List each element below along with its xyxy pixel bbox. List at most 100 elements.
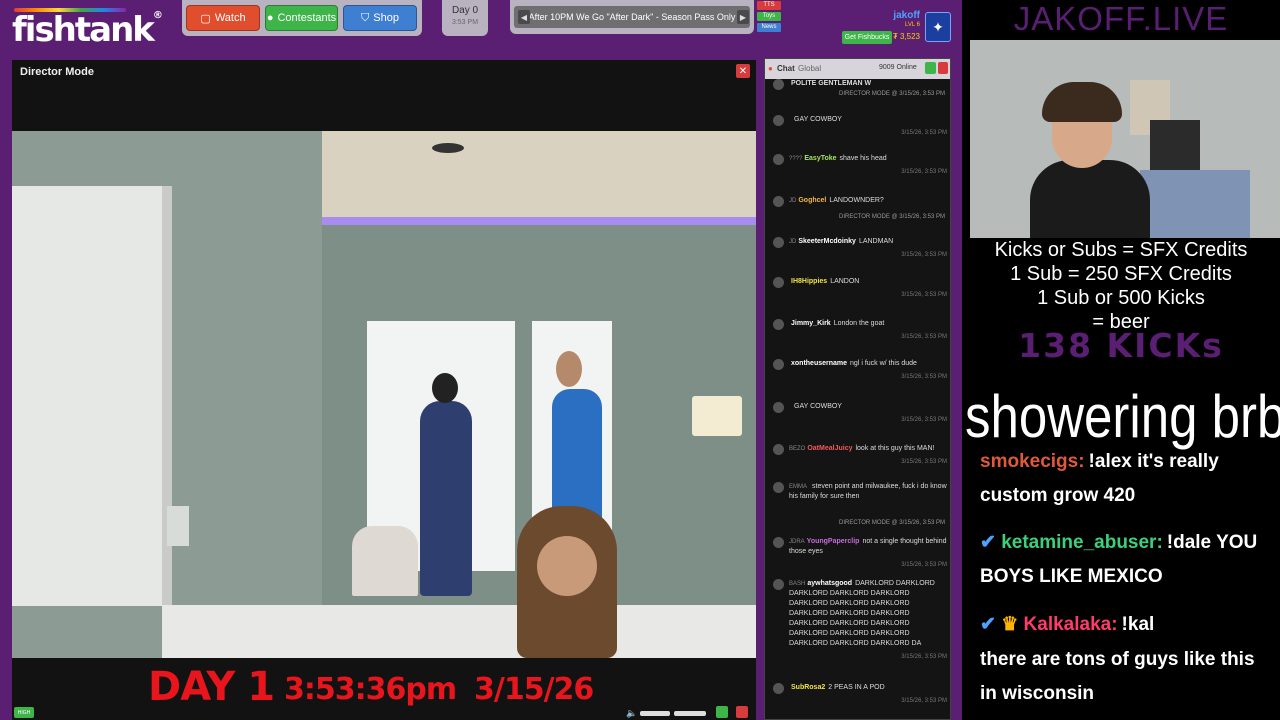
avatar[interactable]: ✦ — [925, 12, 951, 42]
shop-icon: ⛉ — [361, 11, 370, 24]
person-foreground-face — [537, 536, 597, 596]
shop-button[interactable]: ⛉ Shop — [343, 5, 417, 31]
volume-slider[interactable] — [640, 711, 670, 716]
chat-timestamp: 3/15/26, 3:53 PM — [901, 417, 947, 423]
chat-avatar[interactable] — [773, 237, 784, 248]
record-button[interactable] — [736, 706, 748, 718]
chat-avatar[interactable] — [773, 683, 784, 694]
chat-text: London the goat — [833, 320, 885, 327]
chat-message[interactable]: GAY COWBOY 3/15/26, 3:53 PM — [769, 402, 947, 425]
stream-chat-user: smokecigs: — [980, 451, 1085, 472]
chat-text: 2 PEAS IN A POD — [828, 684, 885, 691]
stream-chat-text: !dale YOU — [1166, 532, 1258, 553]
chat-username[interactable]: Jimmy_Kirk — [791, 320, 831, 327]
close-icon[interactable]: ✕ — [736, 64, 750, 78]
quality-badge[interactable]: HIGH — [14, 707, 34, 718]
chat-clan-tag: JD — [789, 198, 797, 204]
stream-chat-message: ✔ ketamine_abuser: !dale YOU — [980, 526, 1280, 560]
chat-avatar[interactable] — [773, 359, 784, 370]
person-standing-1 — [420, 401, 472, 596]
tts-badge[interactable]: TTS — [757, 1, 781, 10]
chat-message[interactable]: JDRA YoungPaperclip not a single thought b… — [769, 537, 947, 570]
chat-avatar[interactable] — [773, 537, 784, 548]
chat-message[interactable]: IH8Hippies LANDON 3/15/26, 3:53 PM — [769, 277, 947, 300]
webcam-feed — [970, 40, 1280, 238]
chat-avatar[interactable] — [773, 196, 784, 207]
director-mode-panel: Director Mode ✕ DAY 1 3:53:36pm 3/15/26 … — [12, 60, 756, 720]
stream-chat-message-cont: custom grow 420 — [980, 485, 1136, 506]
ticker-prev-icon[interactable]: ◀ — [518, 10, 530, 24]
chat-username[interactable]: YoungPaperclip — [807, 538, 860, 545]
news-badge[interactable]: News — [757, 23, 781, 32]
chat-username[interactable]: aywhatsgood — [807, 580, 852, 587]
watch-button[interactable]: ▢ Watch — [186, 5, 260, 31]
chat-timestamp: 3/15/26, 3:53 PM — [901, 169, 947, 175]
chat-avatar[interactable] — [773, 277, 784, 288]
chat-username[interactable]: POLITE GENTLEMAN W — [791, 80, 871, 87]
ticker-next-icon[interactable]: ▶ — [737, 10, 749, 24]
chat-avatar[interactable] — [773, 154, 784, 165]
chat-text: steven point and milwaukee, fuck i do kn… — [789, 483, 947, 500]
overlay-time: 3:53:36pm — [284, 672, 457, 707]
chat-username[interactable]: EasyToke — [804, 155, 836, 162]
chat-avatar[interactable] — [773, 579, 784, 590]
chat-username[interactable]: IH8Hippies — [791, 278, 827, 285]
chat-tab-global[interactable]: Global — [798, 64, 821, 73]
chat-text: shave his head — [839, 155, 887, 162]
chat-message[interactable]: JD Goghcel LANDOWNDER? — [769, 196, 947, 209]
toys-badge[interactable]: Toys — [757, 12, 781, 21]
video-player[interactable] — [12, 131, 756, 658]
chat-message[interactable]: BEZO OatMealJuicy look at this guy this MA… — [769, 444, 947, 467]
contestants-button[interactable]: ● Contestants — [265, 5, 338, 31]
chat-message[interactable]: GAY COWBOY 3/15/26, 3:53 PM — [769, 115, 947, 138]
chat-text: GAY COWBOY — [794, 116, 842, 123]
chat-message[interactable]: JD SkeeterMcdoinky LANDMAN 3/15/26, 3:53 PM — [769, 237, 947, 260]
chat-username[interactable]: OatMealJuicy — [807, 445, 852, 452]
chat-settings-button[interactable] — [925, 62, 936, 74]
ticker-text: After 10PM We Go "After Dark" - Season P… — [514, 6, 750, 28]
door — [12, 186, 162, 606]
day-time: 3:53 PM — [451, 19, 479, 26]
chat-username[interactable]: SkeeterMcdoinky — [798, 238, 856, 245]
watch-icon: ▢ — [200, 12, 211, 25]
chat-username[interactable]: SubRosa2 — [791, 684, 825, 691]
chat-message[interactable]: SubRosa2 2 PEAS IN A POD 3/15/26, 3:53 PM — [769, 683, 947, 706]
chat-close-button[interactable] — [938, 62, 948, 74]
shop-label: Shop — [373, 12, 399, 24]
stream-chat-text: !alex it's really — [1088, 451, 1219, 472]
chat-message-list[interactable]: POLITE GENTLEMAN W DIRECTOR MODE @ 3/15/2… — [765, 79, 950, 719]
chat-message[interactable]: Jimmy_Kirk London the goat 3/15/26, 3:53 P… — [769, 319, 947, 342]
chat-username[interactable]: xontheusername — [791, 360, 847, 367]
chat-clan-tag: JDRA — [789, 539, 805, 545]
chat-text: ngl i fuck w/ this dude — [850, 360, 917, 367]
chat-message[interactable]: EMMA steven point and milwaukee, fuck i d… — [769, 482, 947, 505]
picture-in-picture-button[interactable] — [716, 706, 728, 718]
volume-icon[interactable]: 🔈 — [626, 708, 637, 719]
chat-message[interactable]: xontheusername ngl i fuck w/ this dude 3/1… — [769, 359, 947, 382]
stream-chat-message-cont: in wisconsin — [980, 683, 1095, 704]
fishtank-logo[interactable]: fishtank® — [12, 10, 163, 50]
chat-avatar[interactable] — [773, 115, 784, 126]
promo-line-2: 1 Sub = 250 SFX Credits — [1010, 263, 1232, 285]
chat-message[interactable]: ???? EasyToke shave his head 3/15/26, 3:53 … — [769, 154, 947, 177]
director-mode-title: Director Mode — [20, 66, 94, 78]
chat-avatar[interactable] — [773, 444, 784, 455]
chat-avatar[interactable] — [773, 482, 784, 493]
registered-mark: ® — [152, 10, 163, 21]
chat-avatar[interactable] — [773, 319, 784, 330]
contestants-icon: ● — [266, 12, 274, 24]
chat-avatar[interactable] — [773, 402, 784, 413]
announcement-ticker: After 10PM We Go "After Dark" - Season P… — [510, 0, 754, 34]
online-count: 9009 Online — [879, 64, 917, 71]
seek-bar[interactable] — [674, 711, 706, 716]
chat-username[interactable]: Goghcel — [798, 197, 826, 204]
chat-avatar[interactable] — [773, 79, 784, 90]
watch-label: Watch — [214, 12, 246, 24]
chat-message[interactable]: BASH aywhatsgood DARKLORD DARKLORD DARKLOR… — [769, 579, 947, 662]
user-name[interactable]: jakoff — [880, 10, 920, 21]
chat-text: LANDOWNDER? — [829, 197, 884, 204]
chat-timestamp: 3/15/26, 3:53 PM — [901, 130, 947, 136]
chat-timestamp: 3/15/26, 3:53 PM — [901, 654, 947, 660]
avatar-icon: ✦ — [932, 18, 944, 35]
chat-timestamp: 3/15/26, 3:53 PM — [901, 698, 947, 704]
